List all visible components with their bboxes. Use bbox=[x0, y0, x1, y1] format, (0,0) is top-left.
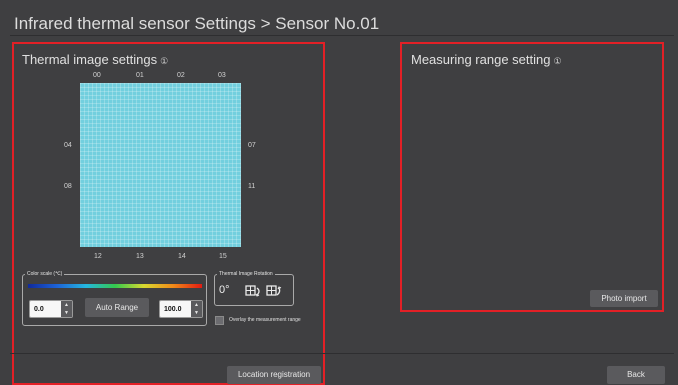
header-divider bbox=[10, 35, 674, 36]
measuring-range-title-text: Measuring range setting bbox=[411, 52, 551, 67]
color-scale-gradient bbox=[28, 284, 202, 288]
rotate-counterclockwise-icon[interactable] bbox=[265, 283, 285, 299]
grid-label-14: 14 bbox=[178, 253, 186, 260]
grid-label-08: 08 bbox=[64, 183, 72, 190]
grid-label-11: 11 bbox=[248, 183, 256, 190]
overlay-label: Overlay the measurement range bbox=[229, 317, 301, 323]
grid-label-04: 04 bbox=[64, 142, 72, 149]
page-title: Infrared thermal sensor Settings > Senso… bbox=[14, 14, 380, 33]
caret-up-icon[interactable]: ▲ bbox=[191, 301, 202, 309]
max-temp-stepper[interactable]: ▲ ▼ bbox=[191, 301, 202, 317]
grid-label-07: 07 bbox=[248, 142, 256, 149]
max-temp-value: 100.0 bbox=[164, 306, 182, 313]
info-icon[interactable]: ① bbox=[160, 56, 168, 66]
caret-down-icon[interactable]: ▼ bbox=[61, 309, 72, 317]
rotation-value: 0° bbox=[219, 284, 230, 296]
measuring-range-panel bbox=[400, 42, 664, 312]
back-button[interactable]: Back bbox=[607, 366, 665, 384]
grid-label-02: 02 bbox=[177, 72, 185, 79]
photo-import-button[interactable]: Photo import bbox=[590, 290, 658, 307]
min-temp-stepper[interactable]: ▲ ▼ bbox=[61, 301, 72, 317]
overlay-checkbox[interactable] bbox=[215, 316, 224, 325]
grid-label-00: 00 bbox=[93, 72, 101, 79]
caret-down-icon[interactable]: ▼ bbox=[191, 309, 202, 317]
info-icon[interactable]: ① bbox=[553, 56, 561, 66]
auto-range-button[interactable]: Auto Range bbox=[85, 298, 149, 317]
grid-label-15: 15 bbox=[219, 253, 227, 260]
min-temp-spinner[interactable]: 0.0 ▲ ▼ bbox=[29, 300, 73, 318]
color-scale-legend: Color scale (℃) bbox=[25, 271, 65, 277]
min-temp-value: 0.0 bbox=[34, 306, 44, 313]
rotation-legend: Thermal Image Rotation bbox=[217, 271, 275, 277]
grid-label-01: 01 bbox=[136, 72, 144, 79]
max-temp-spinner[interactable]: 100.0 ▲ ▼ bbox=[159, 300, 203, 318]
measuring-range-title: Measuring range setting ① bbox=[411, 52, 562, 67]
footer-divider bbox=[10, 353, 674, 354]
thermal-image-grid[interactable] bbox=[80, 83, 241, 247]
grid-label-13: 13 bbox=[136, 253, 144, 260]
thermal-settings-title-text: Thermal image settings bbox=[22, 52, 158, 67]
location-registration-button[interactable]: Location registration bbox=[227, 366, 321, 384]
caret-up-icon[interactable]: ▲ bbox=[61, 301, 72, 309]
grid-label-12: 12 bbox=[94, 253, 102, 260]
thermal-settings-title: Thermal image settings ① bbox=[22, 52, 168, 67]
rotate-clockwise-icon[interactable] bbox=[244, 283, 264, 299]
grid-label-03: 03 bbox=[218, 72, 226, 79]
